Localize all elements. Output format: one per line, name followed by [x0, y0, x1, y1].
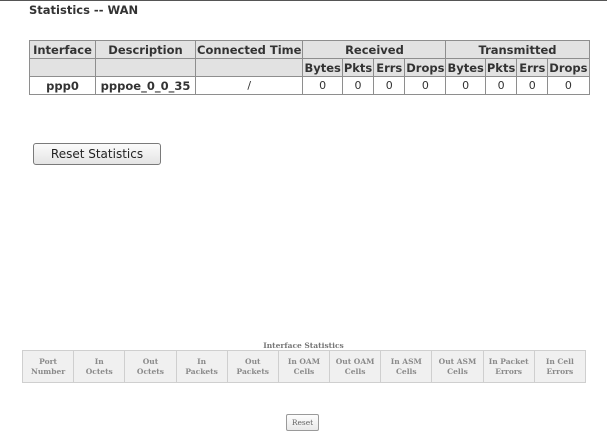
sub-header-rx-drops: Drops — [404, 58, 447, 77]
sub-header-rx-errs: Errs — [373, 58, 406, 77]
table-row: ppp0 pppoe_0_0_35 / 0 0 0 0 0 0 0 0 — [29, 76, 590, 95]
header-out-octets: Out Octets — [124, 350, 177, 383]
header-out-asm-cells: Out ASM Cells — [431, 350, 484, 383]
top-divider — [0, 0, 607, 1]
interface-stats-header-row: Port Number In Octets Out Octets In Packets … — [21, 350, 587, 383]
header-connected-time: Connected Time — [194, 40, 304, 59]
header-interface: Interface — [29, 40, 96, 59]
cell-tx-drops: 0 — [547, 76, 590, 95]
header-out-oam-cells: Out OAM Cells — [329, 350, 382, 383]
sub-header-tx-errs: Errs — [516, 58, 549, 77]
header-in-packet-errors: In Packet Errors — [482, 350, 535, 383]
cell-tx-errs: 0 — [516, 76, 549, 95]
reset-button[interactable]: Reset — [286, 414, 319, 431]
sub-header-empty — [29, 58, 96, 77]
cell-interface: ppp0 — [29, 76, 96, 95]
interface-statistics-caption: Interface Statistics — [263, 341, 344, 350]
header-in-packets: In Packets — [175, 350, 228, 383]
header-description: Description — [95, 40, 196, 59]
header-transmitted: Transmitted — [445, 40, 590, 59]
sub-header-rx-bytes: Bytes — [302, 58, 343, 77]
header-row: Interface Description Connected Time Rec… — [29, 40, 590, 59]
reset-statistics-button[interactable]: Reset Statistics — [33, 143, 161, 165]
sub-header-row: Bytes Pkts Errs Drops Bytes Pkts Errs Dr… — [29, 58, 590, 77]
cell-tx-bytes: 0 — [445, 76, 486, 95]
cell-rx-bytes: 0 — [302, 76, 343, 95]
sub-header-empty — [194, 58, 304, 77]
cell-rx-pkts: 0 — [341, 76, 375, 95]
cell-description: pppoe_0_0_35 — [95, 76, 196, 95]
cell-connected-time: / — [194, 76, 304, 95]
header-in-asm-cells: In ASM Cells — [380, 350, 433, 383]
cell-rx-drops: 0 — [404, 76, 447, 95]
header-port-number: Port Number — [21, 350, 75, 383]
header-in-oam-cells: In OAM Cells — [277, 350, 331, 383]
header-received: Received — [302, 40, 447, 59]
cell-tx-pkts: 0 — [484, 76, 518, 95]
header-out-packets: Out Packets — [226, 350, 279, 383]
header-in-octets: In Octets — [73, 350, 126, 383]
cell-rx-errs: 0 — [373, 76, 406, 95]
header-in-cell-errors: In Cell Errors — [533, 350, 587, 383]
sub-header-rx-pkts: Pkts — [341, 58, 375, 77]
wan-statistics-table: Interface Description Connected Time Rec… — [29, 40, 590, 95]
sub-header-tx-pkts: Pkts — [484, 58, 518, 77]
sub-header-tx-drops: Drops — [547, 58, 590, 77]
interface-statistics-table: Port Number In Octets Out Octets In Packets … — [21, 350, 587, 383]
sub-header-empty — [95, 58, 196, 77]
page-title: Statistics -- WAN — [29, 3, 139, 17]
sub-header-tx-bytes: Bytes — [445, 58, 486, 77]
